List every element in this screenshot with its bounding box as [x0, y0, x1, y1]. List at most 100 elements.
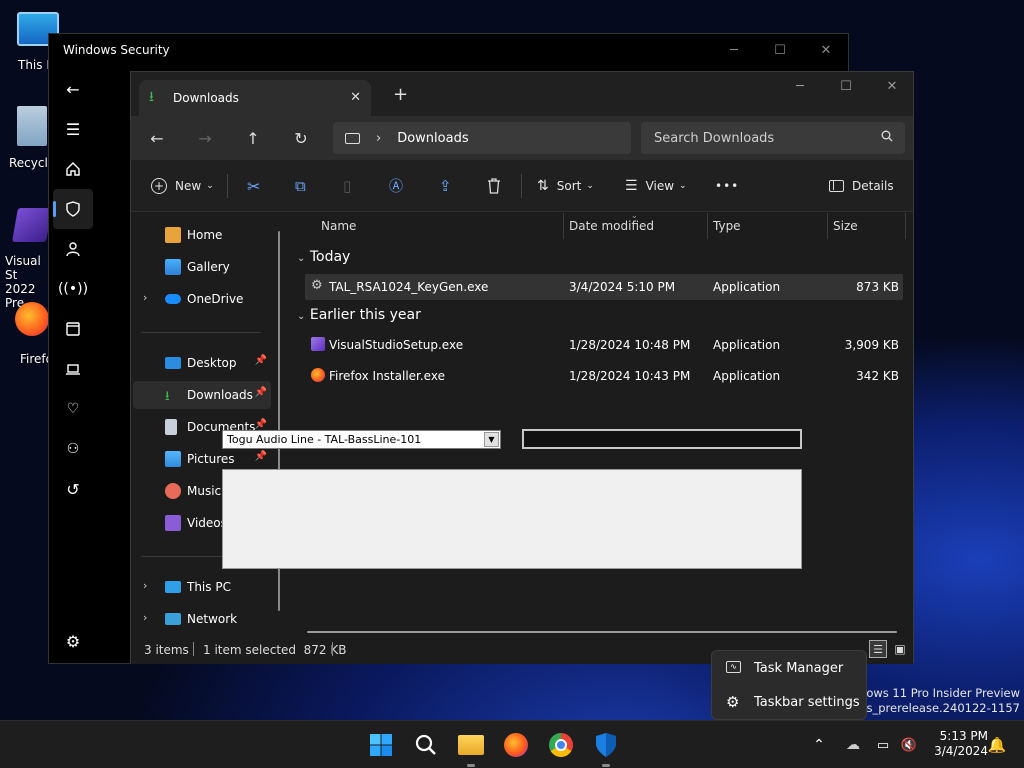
tab-close-icon[interactable]: ✕	[350, 90, 361, 105]
serial-field[interactable]	[522, 429, 802, 449]
hamburger-menu-icon[interactable]: ☰	[49, 109, 97, 149]
view-list-icon: ☰	[625, 178, 638, 194]
pin-icon[interactable]: 📌	[255, 387, 267, 398]
group-header-today[interactable]: ⌄ Today	[297, 249, 350, 265]
nav-item-home[interactable]: Home	[133, 221, 271, 249]
taskbar-windows-security[interactable]	[590, 729, 622, 767]
heart-pulse-icon[interactable]: ♡	[49, 389, 97, 429]
nav-label: OneDrive	[187, 292, 244, 306]
pin-icon[interactable]: 📌	[255, 451, 267, 462]
refresh-icon[interactable]: ↻	[277, 116, 325, 160]
nav-item-onedrive[interactable]: › OneDrive	[133, 285, 271, 313]
details-view-icon[interactable]: ☰	[869, 640, 887, 658]
nav-item-downloads[interactable]: ⭳ Downloads 📌	[133, 381, 271, 409]
forward-arrow-icon[interactable]: →	[181, 116, 229, 160]
volume-muted-icon[interactable]: 🔇	[894, 729, 924, 761]
shield-icon[interactable]	[53, 189, 93, 229]
divider	[227, 174, 228, 198]
divider	[707, 213, 708, 239]
clock[interactable]: 5:13 PM 3/4/2024	[928, 729, 988, 759]
search-input[interactable]: Search Downloads	[641, 122, 905, 154]
cloud-icon	[165, 294, 181, 304]
gear-exe-icon: ⚙	[311, 278, 323, 293]
new-button[interactable]: + New ⌄	[151, 170, 214, 202]
address-field[interactable]: › Downloads	[333, 122, 631, 154]
breadcrumb-downloads[interactable]: Downloads	[397, 131, 468, 146]
maximize-button[interactable]: ☐	[757, 34, 803, 66]
build-watermark-line2: 40.rs_prerelease.240122-1157	[843, 701, 1020, 715]
share-button[interactable]: ⇪	[439, 170, 452, 202]
table-row[interactable]: ⚙ TAL_RSA1024_KeyGen.exe 3/4/2024 5:10 P…	[305, 274, 903, 300]
laptop-icon[interactable]	[49, 349, 97, 389]
show-hidden-icons-button[interactable]: ⌃	[804, 729, 834, 761]
home-icon[interactable]	[49, 149, 97, 189]
chevron-right-icon: ›	[143, 579, 148, 592]
details-pane-button[interactable]: Details	[829, 170, 894, 202]
chevron-down-icon: ⌄	[206, 181, 214, 191]
paste-button[interactable]: ▯	[343, 170, 351, 202]
pin-icon[interactable]: 📌	[255, 419, 267, 430]
taskbar-file-explorer[interactable]	[455, 729, 487, 767]
nav-item-desktop[interactable]: Desktop 📌	[133, 349, 271, 377]
back-arrow-icon[interactable]: ←	[133, 116, 181, 160]
nav-item-network[interactable]: › Network	[133, 605, 271, 633]
notifications-bell-icon[interactable]: 🔔	[984, 729, 1010, 761]
window-title: Windows Security	[63, 43, 170, 57]
new-tab-button[interactable]: +	[393, 84, 408, 105]
group-header-earlier[interactable]: ⌄ Earlier this year	[297, 307, 421, 323]
search-button[interactable]	[410, 729, 442, 761]
recycle-bin-icon	[17, 106, 47, 146]
tiles-view-icon[interactable]: ▣	[891, 640, 909, 658]
file-type: Application	[713, 338, 781, 352]
rename-button[interactable]: Ⓐ	[389, 170, 403, 202]
column-header-size[interactable]: Size	[833, 219, 858, 233]
more-options-button[interactable]: •••	[715, 170, 739, 202]
nav-item-gallery[interactable]: Gallery	[133, 253, 271, 281]
app-browser-icon[interactable]	[49, 309, 97, 349]
divider	[193, 642, 194, 656]
horizontal-scrollbar[interactable]	[307, 631, 897, 633]
nav-item-this-pc[interactable]: › This PC	[133, 573, 271, 601]
copy-button[interactable]: ⧉	[295, 170, 306, 202]
product-select[interactable]: Togu Audio Line - TAL-BassLine-101 ▼	[222, 430, 501, 449]
pin-icon[interactable]: 📌	[255, 355, 267, 366]
running-indicator	[467, 764, 475, 767]
wireless-icon[interactable]: ((•))	[49, 269, 97, 309]
column-header-name[interactable]: Name	[321, 219, 356, 233]
dialog-panel	[222, 469, 802, 569]
onedrive-offline-icon[interactable]: ☁	[838, 729, 868, 761]
settings-gear-icon[interactable]: ⚙	[49, 621, 97, 661]
details-pane-icon	[829, 180, 844, 192]
dropdown-arrow-icon[interactable]: ▼	[484, 432, 499, 447]
menu-item-task-manager[interactable]: ∿ Task Manager	[712, 651, 868, 685]
history-icon[interactable]: ↺	[49, 469, 97, 509]
close-button[interactable]: ✕	[803, 34, 849, 66]
back-arrow-icon[interactable]: ←	[49, 69, 97, 109]
person-icon[interactable]	[49, 229, 97, 269]
taskbar-firefox[interactable]	[500, 729, 532, 761]
sort-button[interactable]: ⇅ Sort ⌄	[537, 170, 594, 202]
navigation-pane: Home Gallery › OneDrive Desktop 📌 ⭳ Downloa…	[131, 213, 289, 636]
menu-label: Task Manager	[754, 660, 844, 676]
close-button[interactable]: ✕	[869, 70, 915, 102]
column-header-type[interactable]: Type	[713, 219, 741, 233]
music-icon	[165, 483, 181, 499]
file-size: 342 KB	[856, 369, 899, 383]
menu-item-taskbar-settings[interactable]: ⚙ Taskbar settings	[712, 685, 868, 719]
sort-arrows-icon: ⇅	[537, 178, 549, 194]
delete-button[interactable]	[487, 170, 501, 202]
start-button[interactable]	[365, 729, 397, 761]
family-icon[interactable]: ⚇	[49, 429, 97, 469]
column-header-date[interactable]: Date modified	[569, 219, 654, 233]
cut-button[interactable]: ✂	[247, 170, 260, 202]
minimize-button[interactable]: ─	[711, 34, 757, 66]
scissors-icon: ✂	[247, 176, 261, 196]
maximize-button[interactable]: ☐	[823, 70, 869, 102]
view-button[interactable]: ☰ View ⌄	[625, 170, 687, 202]
table-row[interactable]: Firefox Installer.exe 1/28/2024 10:43 PM…	[305, 363, 903, 389]
table-row[interactable]: VisualStudioSetup.exe 1/28/2024 10:48 PM…	[305, 332, 903, 358]
tab-downloads[interactable]: ⭳ Downloads ✕	[139, 80, 371, 116]
up-arrow-icon[interactable]: ↑	[229, 116, 277, 160]
minimize-button[interactable]: ─	[777, 70, 823, 102]
taskbar-chrome[interactable]	[545, 729, 577, 761]
